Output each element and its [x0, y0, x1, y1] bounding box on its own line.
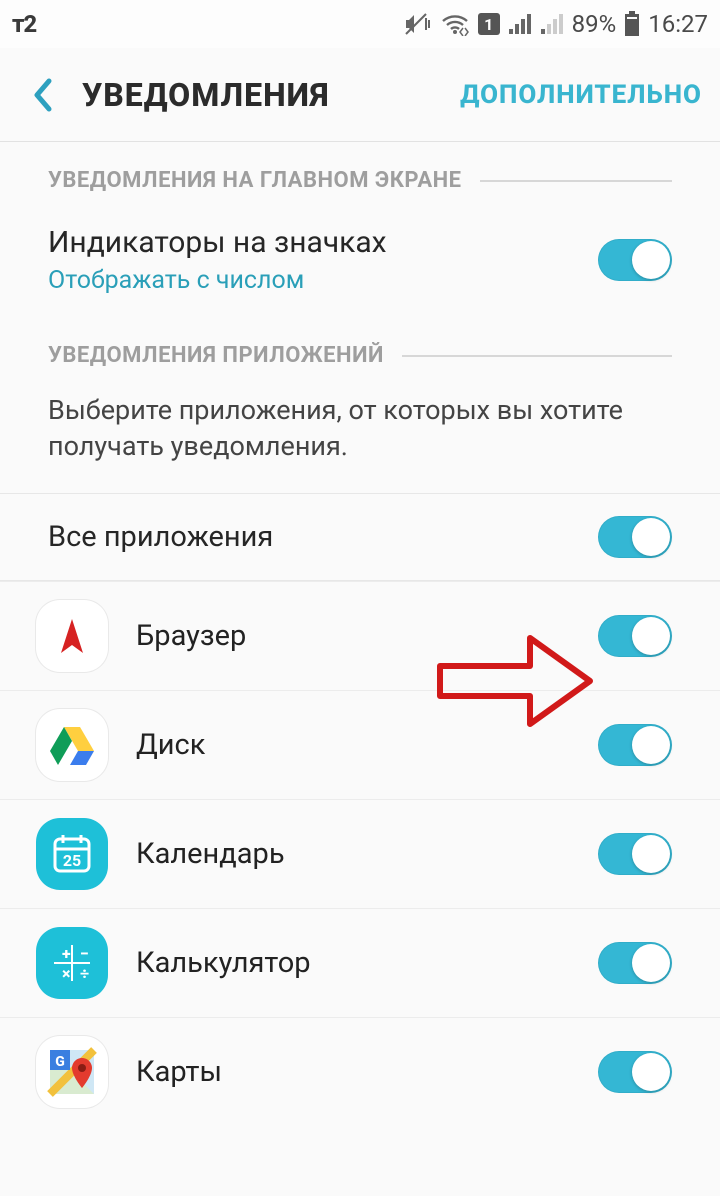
status-bar: т2 1 89% 16:27: [0, 0, 720, 48]
app-toggle-calculator[interactable]: [598, 942, 672, 984]
page-title: УВЕДОМЛЕНИЯ: [82, 76, 460, 114]
yandex-browser-icon: [36, 600, 108, 672]
section-label: УВЕДОМЛЕНИЯ ПРИЛОЖЕНИЙ: [48, 343, 384, 368]
app-toggle-drive[interactable]: [598, 724, 672, 766]
app-name-label: Диск: [136, 728, 598, 762]
app-row-browser[interactable]: Браузер: [0, 581, 720, 690]
battery-icon: [624, 11, 640, 37]
section-header-apps: УВЕДОМЛЕНИЯ ПРИЛОЖЕНИЙ: [0, 317, 720, 378]
svg-text:G: G: [55, 1054, 65, 1070]
mute-vibrate-icon: [404, 12, 432, 36]
all-apps-label: Все приложения: [48, 520, 598, 554]
sim-slot-icon: 1: [478, 13, 500, 35]
svg-text:÷: ÷: [80, 964, 89, 983]
section-header-lockscreen: УВЕДОМЛЕНИЯ НА ГЛАВНОМ ЭКРАНЕ: [0, 142, 720, 203]
svg-text:25: 25: [63, 851, 81, 870]
divider: [402, 355, 672, 357]
app-name-label: Карты: [136, 1055, 598, 1089]
calculator-icon: +−× ÷: [36, 927, 108, 999]
google-drive-icon: [36, 709, 108, 781]
back-button[interactable]: [18, 71, 66, 119]
svg-text:+: +: [62, 944, 71, 963]
section-label: УВЕДОМЛЕНИЯ НА ГЛАВНОМ ЭКРАНЕ: [48, 168, 462, 193]
wifi-icon: [440, 12, 470, 36]
app-toggle-browser[interactable]: [598, 615, 672, 657]
calendar-icon: 25: [36, 818, 108, 890]
app-name-label: Калькулятор: [136, 946, 598, 980]
app-row-calculator[interactable]: +−× ÷ Калькулятор: [0, 908, 720, 1017]
all-apps-toggle[interactable]: [598, 516, 672, 558]
svg-text:−: −: [80, 944, 89, 963]
all-apps-row[interactable]: Все приложения: [0, 494, 720, 581]
app-toggle-calendar[interactable]: [598, 833, 672, 875]
app-bar: УВЕДОМЛЕНИЯ ДОПОЛНИТЕЛЬНО: [0, 48, 720, 142]
clock: 16:27: [648, 10, 708, 38]
apps-description: Выберите приложения, от которых вы хотит…: [0, 378, 720, 493]
chevron-left-icon: [31, 77, 53, 113]
app-name-label: Календарь: [136, 837, 598, 871]
signal-2-icon: [540, 13, 564, 35]
row-subtitle: Отображать с числом: [48, 266, 598, 295]
badge-indicators-toggle[interactable]: [598, 239, 672, 281]
svg-text:×: ×: [62, 964, 70, 983]
app-name-label: Браузер: [136, 619, 598, 653]
google-maps-icon: G: [36, 1036, 108, 1108]
app-row-drive[interactable]: Диск: [0, 690, 720, 799]
carrier-label: т2: [12, 10, 36, 38]
app-toggle-maps[interactable]: [598, 1051, 672, 1093]
app-row-calendar[interactable]: 25 Календарь: [0, 799, 720, 908]
badge-indicators-row[interactable]: Индикаторы на значках Отображать с число…: [0, 203, 720, 317]
app-row-maps[interactable]: G Карты: [0, 1017, 720, 1126]
signal-1-icon: [508, 13, 532, 35]
row-title: Индикаторы на значках: [48, 225, 598, 260]
divider: [480, 180, 672, 182]
battery-percent: 89%: [572, 10, 617, 38]
advanced-button[interactable]: ДОПОЛНИТЕЛЬНО: [460, 80, 702, 110]
